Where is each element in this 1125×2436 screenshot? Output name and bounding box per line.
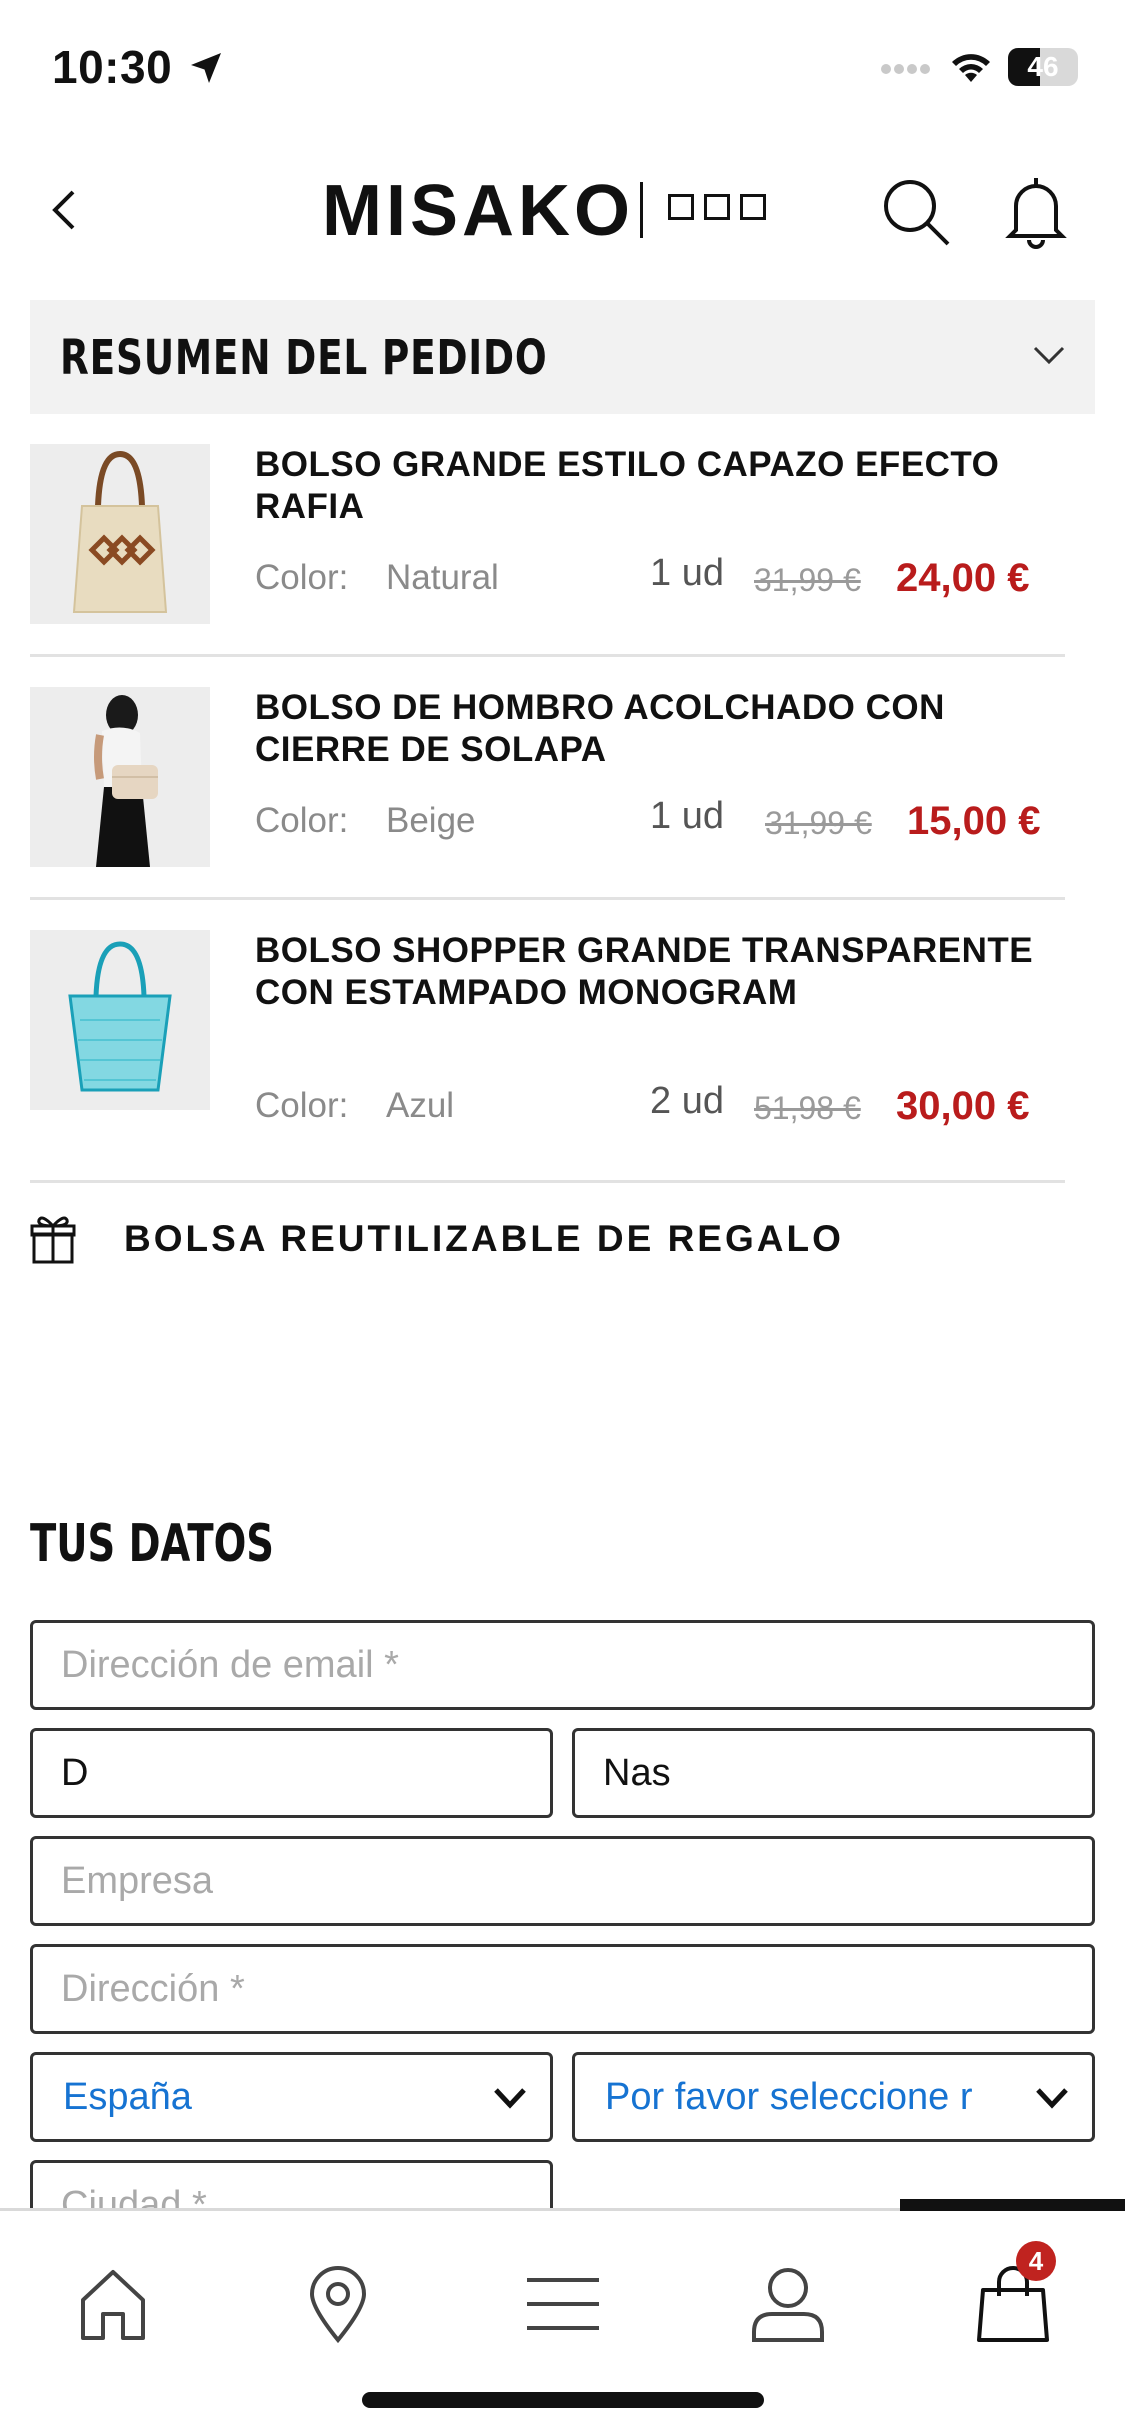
region-select[interactable]: Por favor seleccione r [572, 2052, 1095, 2142]
app-header: MISAKO [0, 160, 1125, 260]
product-image-transparent-shopper [30, 930, 210, 1110]
region-select-value: Por favor seleccione r [605, 2076, 973, 2118]
back-icon [52, 190, 75, 230]
chevron-down-icon [1033, 346, 1065, 365]
your-data-title: TUS DATOS [30, 1514, 275, 1574]
gift-bag-label: BOLSA REUTILIZABLE DE REGALO [124, 1218, 844, 1259]
bell-icon[interactable] [1004, 174, 1068, 250]
logo-divider [640, 182, 643, 238]
product-name: BOLSO GRANDE ESTILO CAPAZO EFECTO RAFIA [255, 445, 1000, 526]
chevron-down-icon [1036, 2088, 1068, 2109]
item-divider [30, 654, 1065, 657]
company-input[interactable] [33, 1839, 1092, 1923]
order-item: BOLSO DE HOMBRO ACOLCHADO CON CIERRE DE … [30, 687, 1065, 897]
original-price: 31,99 € [765, 805, 872, 841]
gift-icon [30, 1216, 76, 1264]
quantity: 1 ud [650, 552, 724, 594]
nav-account[interactable] [743, 2259, 833, 2349]
last-name-input[interactable] [575, 1731, 1092, 1815]
brand-logo[interactable]: MISAKO [322, 170, 634, 252]
order-item: BOLSO SHOPPER GRANDE TRANSPARENTE CON ES… [30, 930, 1065, 1180]
nav-home[interactable] [68, 2259, 158, 2349]
gift-bag-row: BOLSA REUTILIZABLE DE REGALO [30, 1208, 1065, 1268]
color-value: Natural [386, 558, 499, 597]
email-input[interactable] [33, 1623, 1092, 1707]
home-icon [81, 2270, 145, 2340]
active-tab-indicator [900, 2199, 1125, 2211]
nav-menu[interactable] [518, 2259, 608, 2349]
color-value: Beige [386, 801, 476, 840]
first-name-field[interactable] [30, 1728, 553, 1818]
nav-cart[interactable]: 4 [968, 2241, 1058, 2349]
first-name-input[interactable] [33, 1731, 550, 1815]
chevron-down-icon [494, 2088, 526, 2109]
user-icon [752, 2268, 824, 2342]
color-label: Color: [255, 801, 349, 840]
country-select-value: España [63, 2076, 192, 2118]
nav-stores[interactable] [293, 2259, 383, 2349]
menu-icon [527, 2278, 599, 2330]
back-button[interactable] [44, 182, 84, 238]
wifi-icon [952, 54, 990, 82]
original-price: 51,98 € [754, 1090, 861, 1126]
address-input[interactable] [33, 1947, 1092, 2031]
sale-price: 24,00 € [896, 556, 1030, 600]
product-name: BOLSO DE HOMBRO ACOLCHADO CON CIERRE DE … [255, 688, 945, 769]
country-select[interactable]: España [30, 2052, 553, 2142]
quantity: 2 ud [650, 1080, 724, 1122]
last-name-field[interactable] [572, 1728, 1095, 1818]
color-label: Color: [255, 558, 349, 597]
item-divider [30, 897, 1065, 900]
status-bar: 10:30 46 [0, 0, 1125, 140]
battery-percent: 46 [1027, 51, 1059, 82]
location-pin-icon [309, 2266, 367, 2344]
signal-dots-icon [881, 64, 930, 74]
address-field[interactable] [30, 1944, 1095, 2034]
quantity: 1 ud [650, 795, 724, 837]
item-divider [30, 1180, 1065, 1183]
order-summary-toggle[interactable]: RESUMEN DEL PEDIDO [30, 300, 1095, 414]
battery-icon: 46 [1008, 48, 1078, 86]
search-icon[interactable] [880, 176, 952, 248]
product-image-tote-rafia [30, 444, 210, 624]
sale-price: 30,00 € [896, 1084, 1030, 1128]
cart-count-badge: 4 [1016, 2241, 1056, 2281]
location-arrow-icon [191, 53, 221, 83]
original-price: 31,99 € [754, 562, 861, 598]
color-value: Azul [386, 1086, 455, 1125]
logo-squares-icon [668, 194, 766, 220]
email-field[interactable] [30, 1620, 1095, 1710]
order-summary-title: RESUMEN DEL PEDIDO [60, 330, 548, 386]
status-time: 10:30 [52, 41, 173, 93]
sale-price: 15,00 € [907, 799, 1041, 843]
order-item: BOLSO GRANDE ESTILO CAPAZO EFECTO RAFIA … [30, 444, 1065, 654]
product-name: BOLSO SHOPPER GRANDE TRANSPARENTE CON ES… [255, 931, 1034, 1012]
home-indicator[interactable] [362, 2392, 764, 2408]
product-image-shoulder-bag [30, 687, 210, 867]
company-field[interactable] [30, 1836, 1095, 1926]
color-label: Color: [255, 1086, 349, 1125]
